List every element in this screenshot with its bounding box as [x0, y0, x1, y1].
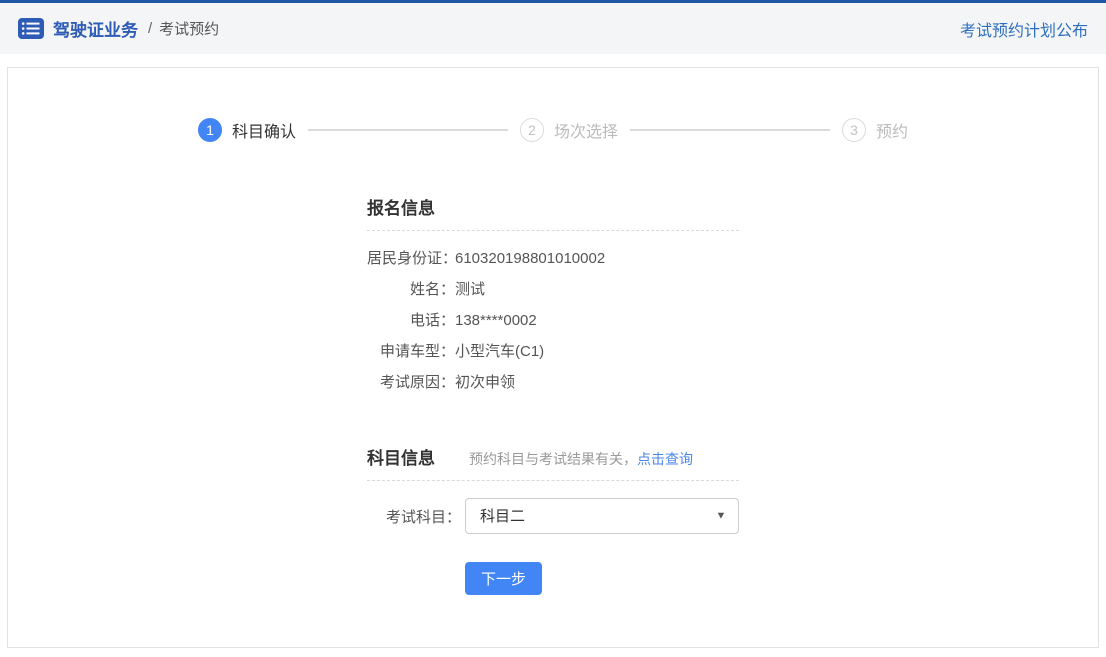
step-indicator: 1 科目确认 2 场次选择 3 预约	[8, 68, 1098, 142]
info-label: 电话：	[367, 305, 455, 336]
subject-section-header: 科目信息 预约科目与考试结果有关， 点击查询	[367, 444, 739, 481]
step-3-reserve: 3 预约	[842, 118, 908, 142]
info-row-id-number: 居民身份证： 610320198801010002	[367, 243, 739, 274]
info-row-exam-reason: 考试原因： 初次申领	[367, 367, 739, 398]
registration-section-title: 报名信息	[367, 194, 435, 219]
id-number-value: 610320198801010002	[455, 243, 605, 274]
next-step-button[interactable]: 下一步	[465, 562, 542, 595]
exam-subject-select[interactable]: 科目二	[465, 498, 739, 534]
exam-subject-select-wrap: 科目二 ▼	[465, 498, 739, 534]
subject-info-section: 科目信息 预约科目与考试结果有关， 点击查询 考试科目： 科目二 ▼ 下一步	[367, 444, 739, 595]
form-content: 报名信息 居民身份证： 610320198801010002 姓名： 测试 电话…	[367, 194, 739, 595]
breadcrumb: 驾驶证业务 / 考试预约	[18, 16, 219, 41]
exam-plan-announcement-link[interactable]: 考试预约计划公布	[960, 17, 1088, 41]
step-1-circle: 1	[198, 118, 222, 142]
query-result-link[interactable]: 点击查询	[637, 449, 693, 469]
vehicle-type-value: 小型汽车(C1)	[455, 336, 544, 367]
info-label: 申请车型：	[367, 336, 455, 367]
wizard-card: 1 科目确认 2 场次选择 3 预约 报名信息 居民身份证： 610320198…	[7, 67, 1099, 648]
step-connector-1	[308, 129, 508, 131]
info-label: 考试原因：	[367, 367, 455, 398]
breadcrumb-current-page: 考试预约	[159, 18, 219, 39]
step-2-circle: 2	[520, 118, 544, 142]
info-row-name: 姓名： 测试	[367, 274, 739, 305]
info-row-vehicle-type: 申请车型： 小型汽车(C1)	[367, 336, 739, 367]
registration-info-section: 报名信息 居民身份证： 610320198801010002 姓名： 测试 电话…	[367, 194, 739, 398]
breadcrumb-separator: /	[148, 20, 152, 37]
list-icon	[18, 18, 44, 39]
step-2-label: 场次选择	[554, 118, 618, 142]
subject-section-title: 科目信息	[367, 444, 435, 469]
registration-info-list: 居民身份证： 610320198801010002 姓名： 测试 电话： 138…	[367, 231, 739, 398]
phone-value: 138****0002	[455, 305, 537, 336]
breadcrumb-link-license-services[interactable]: 驾驶证业务	[53, 16, 138, 41]
subject-note: 预约科目与考试结果有关，	[469, 449, 637, 469]
exam-subject-field-row: 考试科目： 科目二 ▼	[367, 498, 739, 534]
exam-subject-field-label: 考试科目：	[367, 506, 461, 527]
info-label: 姓名：	[367, 274, 455, 305]
step-3-label: 预约	[876, 118, 908, 142]
exam-reason-value: 初次申领	[455, 367, 515, 398]
registration-section-header: 报名信息	[367, 194, 739, 231]
name-value: 测试	[455, 274, 485, 305]
step-1-label: 科目确认	[232, 118, 296, 142]
info-row-phone: 电话： 138****0002	[367, 305, 739, 336]
step-1-subject-confirm: 1 科目确认	[198, 118, 296, 142]
step-connector-2	[630, 129, 830, 131]
step-3-circle: 3	[842, 118, 866, 142]
step-2-session-select: 2 场次选择	[520, 118, 618, 142]
info-label: 居民身份证：	[367, 243, 455, 274]
breadcrumb-header: 驾驶证业务 / 考试预约 考试预约计划公布	[0, 3, 1106, 54]
